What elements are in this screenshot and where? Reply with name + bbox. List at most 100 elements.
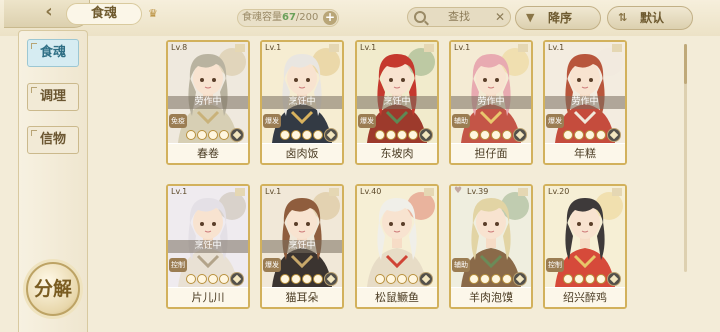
- sort-order-button[interactable]: ▼ 降序: [515, 6, 601, 30]
- food-soul-card[interactable]: Lv.1 烹饪中 爆发 东坡肉: [355, 40, 439, 165]
- status-label: 烹饪中: [357, 96, 437, 109]
- star-icon: [480, 274, 490, 284]
- star-rating: [453, 272, 529, 286]
- star-icon: [386, 130, 396, 140]
- role-badge: 爆发: [263, 258, 281, 272]
- rarity-icon: [419, 128, 433, 142]
- character-name: 年糕: [545, 144, 625, 163]
- rarity-icon: [324, 128, 338, 142]
- sort-arrow-icon: ▼: [526, 11, 535, 24]
- star-icon: [469, 274, 479, 284]
- sidebar-item-conditioning[interactable]: 调理: [27, 83, 79, 111]
- role-badge: 控制: [546, 258, 564, 272]
- star-icon: [375, 274, 385, 284]
- affection-icon: ♥: [454, 186, 463, 196]
- sort-mode-button[interactable]: ⇅ 默认: [607, 6, 693, 30]
- role-badge: 爆发: [358, 114, 376, 128]
- tag-icon: [424, 44, 434, 52]
- character-name: 担仔面: [451, 144, 531, 163]
- food-soul-card[interactable]: Lv.39 ♥ 辅助 羊肉泡馍: [449, 184, 533, 309]
- back-arrow-icon: ‹: [45, 1, 53, 22]
- star-icon: [186, 274, 196, 284]
- corner-ornament-icon: [31, 43, 37, 49]
- tag-icon: [518, 44, 528, 52]
- food-soul-card[interactable]: Lv.1 烹饪中 控制 片儿川: [166, 184, 250, 309]
- star-icon: [208, 274, 218, 284]
- scrollbar[interactable]: [684, 44, 687, 272]
- character-name: 羊肉泡馍: [451, 288, 531, 307]
- tag-icon: [424, 188, 434, 196]
- star-icon: [386, 274, 396, 284]
- tag-icon: [235, 188, 245, 196]
- food-soul-card[interactable]: Lv.40 松鼠鳜鱼: [355, 184, 439, 309]
- food-soul-card[interactable]: Lv.1 烹饪中 爆发 卤肉饭: [260, 40, 344, 165]
- star-rating: [170, 128, 246, 142]
- star-icon: [574, 274, 584, 284]
- star-icon: [596, 130, 606, 140]
- decompose-button[interactable]: 分解: [26, 262, 80, 316]
- sort-mode-label: 默认: [640, 11, 665, 25]
- star-rating: [264, 128, 340, 142]
- star-icon: [219, 274, 229, 284]
- search-input[interactable]: 查找 ✕: [407, 7, 511, 27]
- star-icon: [480, 130, 490, 140]
- food-soul-card[interactable]: Lv.1 烹饪中 爆发 猫耳朵: [260, 184, 344, 309]
- rarity-icon: [419, 272, 433, 286]
- sidebar-item-tokens[interactable]: 信物: [27, 126, 79, 154]
- level-label: Lv.1: [171, 187, 188, 196]
- capacity-max: /200: [295, 12, 319, 23]
- capacity-indicator: 食魂容量67/200 +: [237, 9, 339, 27]
- crown-icon: ♛: [148, 7, 158, 20]
- sort-order-label: 降序: [548, 11, 573, 25]
- sidebar-item-label: 信物: [39, 132, 66, 147]
- level-label: Lv.39: [467, 187, 489, 196]
- star-icon: [313, 130, 323, 140]
- level-label: Lv.8: [171, 43, 188, 52]
- star-icon: [585, 130, 595, 140]
- capacity-label: 食魂容量: [242, 12, 282, 23]
- character-name: 春卷: [168, 144, 248, 163]
- rarity-icon: [607, 128, 621, 142]
- level-label: Lv.1: [454, 43, 471, 52]
- status-label: 劳作中: [451, 96, 531, 109]
- status-label: 烹饪中: [168, 240, 248, 253]
- star-icon: [302, 130, 312, 140]
- star-icon: [302, 274, 312, 284]
- star-icon: [291, 274, 301, 284]
- level-label: Lv.20: [548, 187, 570, 196]
- character-name: 猫耳朵: [262, 288, 342, 307]
- page-title: 食魂: [66, 3, 142, 25]
- role-badge: 辅助: [452, 114, 470, 128]
- sidebar-item-food-souls[interactable]: 食魂: [27, 39, 79, 67]
- status-label: 烹饪中: [262, 240, 342, 253]
- star-icon: [585, 274, 595, 284]
- clear-icon[interactable]: ✕: [495, 10, 505, 24]
- character-name: 卤肉饭: [262, 144, 342, 163]
- star-icon: [563, 130, 573, 140]
- character-name: 松鼠鳜鱼: [357, 288, 437, 307]
- swap-icon: ⇅: [618, 11, 628, 24]
- level-label: Lv.1: [265, 43, 282, 52]
- star-icon: [563, 274, 573, 284]
- scroll-thumb[interactable]: [684, 44, 687, 84]
- rarity-icon: [513, 272, 527, 286]
- food-soul-card[interactable]: Lv.1 劳作中 爆发 年糕: [543, 40, 627, 165]
- star-icon: [408, 274, 418, 284]
- sidebar-item-label: 调理: [39, 89, 66, 104]
- star-rating: [359, 128, 435, 142]
- role-badge: 爆发: [263, 114, 281, 128]
- star-rating: [547, 128, 623, 142]
- star-icon: [291, 130, 301, 140]
- star-icon: [397, 130, 407, 140]
- food-soul-card[interactable]: Lv.20 控制 绍兴醉鸡: [543, 184, 627, 309]
- add-capacity-button[interactable]: +: [323, 11, 337, 25]
- role-badge: 爆发: [546, 114, 564, 128]
- food-soul-card[interactable]: Lv.1 劳作中辅助担仔面: [449, 40, 533, 165]
- tag-icon: [235, 44, 245, 52]
- star-rating: [264, 272, 340, 286]
- food-soul-card[interactable]: Lv.8 劳作中 免疫 春卷: [166, 40, 250, 165]
- star-icon: [375, 130, 385, 140]
- role-badge: 免疫: [169, 114, 187, 128]
- star-icon: [313, 274, 323, 284]
- corner-ornament-icon: [31, 130, 37, 136]
